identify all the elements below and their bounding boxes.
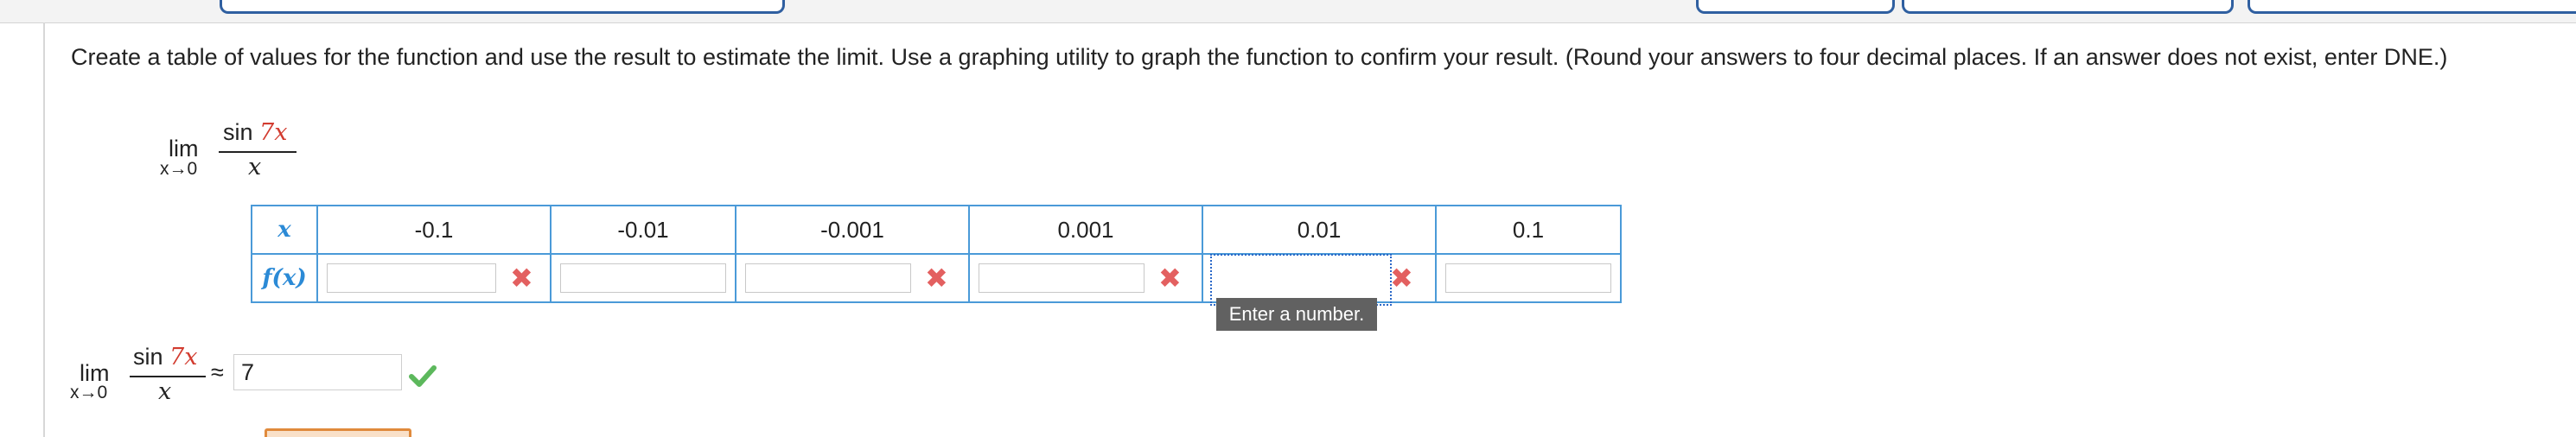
limit-answer-input[interactable]: 7: [233, 354, 402, 390]
sin-label: sin: [223, 119, 260, 145]
fx-input-3[interactable]: [745, 263, 911, 293]
x-label: x: [277, 217, 291, 243]
limit-numerator: sin 7x: [223, 119, 287, 146]
limit-denominator: x: [248, 154, 262, 180]
fx-cell: ✖: [968, 253, 1203, 303]
x-row-label: x: [251, 205, 318, 255]
cut-off-link[interactable]: [78, 432, 251, 437]
correct-check-icon: [409, 365, 437, 387]
fraction-bar: [130, 376, 206, 377]
x-row: x -0.1 -0.01 -0.001 0.001 0.01 0.1: [251, 205, 1622, 255]
cut-off-button[interactable]: [265, 428, 411, 437]
toolbar-tab-left[interactable]: [220, 0, 785, 14]
problem-instructions: Create a table of values for the functio…: [71, 44, 2448, 70]
toolbar-tab-3[interactable]: [2248, 0, 2576, 14]
fx-input-2[interactable]: [560, 263, 726, 293]
x-value-cell: -0.1: [316, 205, 552, 255]
fx-input-6[interactable]: [1445, 263, 1611, 293]
fx-input-1[interactable]: [327, 263, 496, 293]
incorrect-x-icon: ✖: [925, 262, 948, 294]
top-toolbar: [0, 0, 2576, 23]
numerator-argument: 7x: [259, 119, 288, 146]
left-divider: [43, 22, 45, 437]
incorrect-x-icon: ✖: [1158, 262, 1182, 294]
x-value-cell: -0.001: [735, 205, 970, 255]
approx-symbol: ≈: [211, 359, 224, 385]
input-tooltip: Enter a number.: [1216, 298, 1377, 331]
x-value-cell: 0.001: [968, 205, 1203, 255]
values-table: x -0.1 -0.01 -0.001 0.001 0.01 0.1 f(x) …: [251, 205, 1622, 303]
incorrect-x-icon: ✖: [1390, 262, 1413, 294]
incorrect-x-icon: ✖: [510, 262, 533, 294]
lim-subscript: x→0: [70, 383, 108, 402]
fx-cell: ✖: [735, 253, 970, 303]
lim-subscript: x→0: [160, 159, 198, 179]
x-value-cell: -0.01: [550, 205, 736, 255]
numerator-argument: 7x: [169, 344, 198, 370]
problem-page: Create a table of values for the functio…: [0, 0, 2576, 437]
limit-numerator: sin 7x: [133, 344, 197, 370]
fx-cell: ✖: [1202, 253, 1437, 303]
fx-label: f(x): [262, 265, 307, 291]
fx-input-5[interactable]: [1212, 263, 1378, 293]
toolbar-tab-1[interactable]: [1696, 0, 1895, 14]
fraction-bar: [219, 151, 296, 153]
fx-row: f(x) ✖ ✖ ✖ ✖: [251, 253, 1622, 303]
fx-cell: [550, 253, 736, 303]
x-value-cell: 0.1: [1435, 205, 1622, 255]
sin-label: sin: [133, 344, 170, 370]
toolbar-tab-2[interactable]: [1902, 0, 2234, 14]
fx-input-4[interactable]: [979, 263, 1145, 293]
fx-row-label: f(x): [251, 253, 318, 303]
x-value-cell: 0.01: [1202, 205, 1437, 255]
limit-denominator: x: [158, 378, 172, 405]
fx-cell: [1435, 253, 1622, 303]
fx-cell: ✖: [316, 253, 552, 303]
